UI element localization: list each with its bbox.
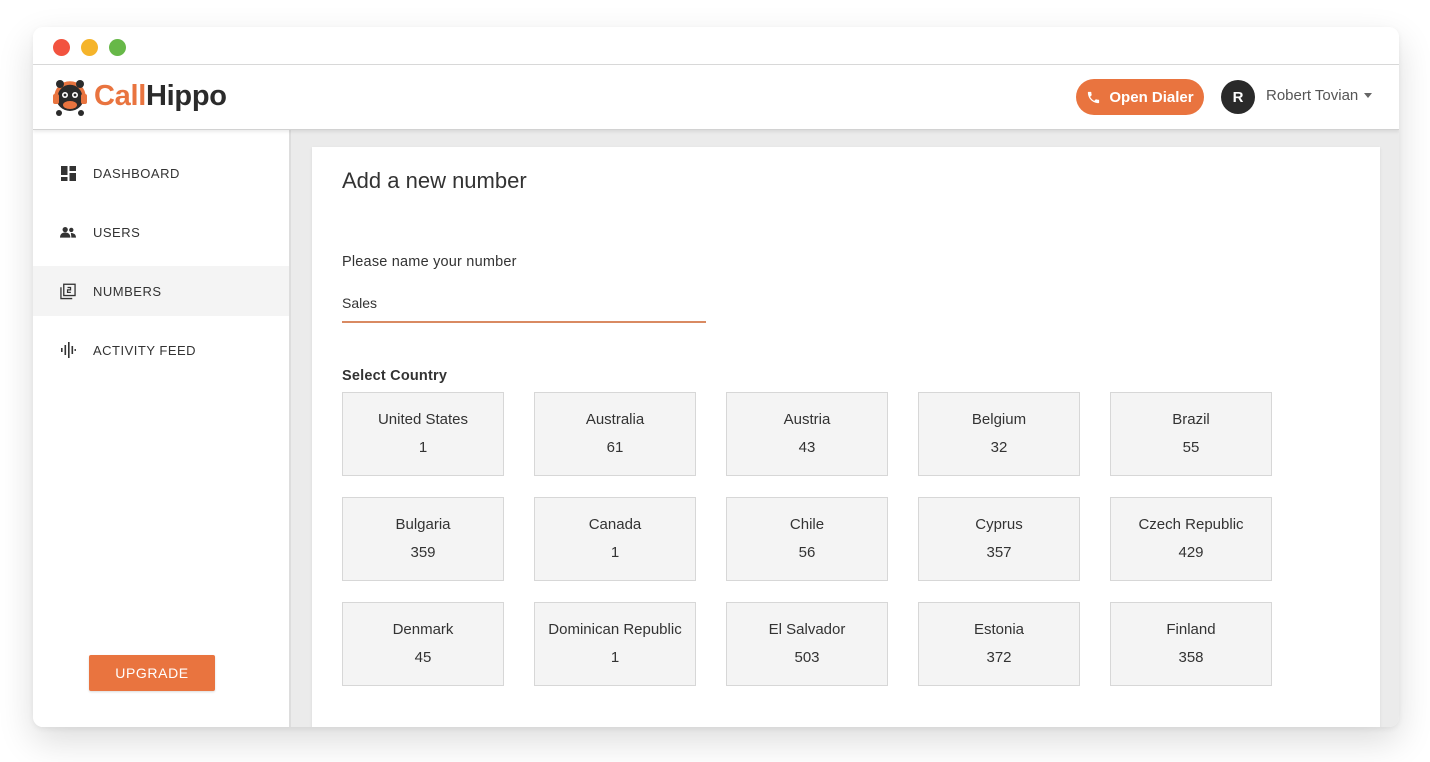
- upgrade-button[interactable]: UPGRADE: [89, 655, 215, 691]
- country-code: 503: [794, 649, 820, 666]
- country-code: 43: [798, 439, 816, 456]
- hippo-logo-icon: [53, 80, 87, 116]
- country-code: 357: [986, 544, 1012, 561]
- country-code: 1: [610, 649, 620, 666]
- country-name: Czech Republic: [1138, 516, 1244, 533]
- country-name: United States: [377, 411, 469, 428]
- country-grid: United States 1 Australia 61 Austria 43 …: [342, 392, 1272, 686]
- country-card-dominican-republic[interactable]: Dominican Republic 1: [534, 602, 696, 686]
- country-card-denmark[interactable]: Denmark 45: [342, 602, 504, 686]
- country-name: Bulgaria: [395, 516, 451, 533]
- country-code: 61: [606, 439, 624, 456]
- user-menu[interactable]: Robert Tovian: [1266, 87, 1373, 104]
- dashboard-icon: [60, 165, 76, 181]
- open-dialer-button[interactable]: Open Dialer: [1076, 79, 1204, 115]
- country-code: 45: [414, 649, 432, 666]
- country-card-belgium[interactable]: Belgium 32: [918, 392, 1080, 476]
- country-name: Dominican Republic: [548, 621, 682, 638]
- page-title: Add a new number: [342, 168, 527, 193]
- country-card-estonia[interactable]: Estonia 372: [918, 602, 1080, 686]
- sidebar-item-numbers[interactable]: NUMBERS: [33, 266, 289, 316]
- country-card-chile[interactable]: Chile 56: [726, 497, 888, 581]
- country-card-austria[interactable]: Austria 43: [726, 392, 888, 476]
- app-window: CallHippo Open Dialer R Robert Tovian DA…: [33, 27, 1399, 727]
- country-card-brazil[interactable]: Brazil 55: [1110, 392, 1272, 476]
- window-titlebar: [33, 27, 1399, 65]
- chevron-down-icon: [1364, 93, 1373, 98]
- open-dialer-label: Open Dialer: [1109, 88, 1194, 106]
- app-header: CallHippo Open Dialer R Robert Tovian: [33, 65, 1399, 130]
- country-card-bulgaria[interactable]: Bulgaria 359: [342, 497, 504, 581]
- sidebar-item-label: ACTIVITY FEED: [93, 342, 197, 358]
- country-code: 358: [1178, 649, 1204, 666]
- avatar[interactable]: R: [1221, 80, 1255, 114]
- maximize-window-button[interactable]: [109, 39, 126, 56]
- country-code: 1: [418, 439, 428, 456]
- brand-name-call: Call: [94, 79, 146, 112]
- sidebar-item-users[interactable]: USERS: [33, 207, 289, 257]
- brand-name-hippo: Hippo: [146, 79, 227, 112]
- country-name: Belgium: [971, 411, 1027, 428]
- sidebar-item-dashboard[interactable]: DASHBOARD: [33, 148, 289, 198]
- select-country-label: Select Country: [342, 368, 448, 384]
- country-code: 429: [1178, 544, 1204, 561]
- country-name: El Salvador: [768, 621, 846, 638]
- numbers-icon: [60, 283, 76, 299]
- country-name: Finland: [1166, 621, 1216, 638]
- country-name: Cyprus: [975, 516, 1023, 533]
- country-code: 1: [610, 544, 620, 561]
- sidebar-item-label: NUMBERS: [93, 283, 162, 299]
- activity-icon: [60, 342, 76, 358]
- main-content: Add a new number Please name your number…: [291, 130, 1399, 727]
- country-name: Australia: [585, 411, 645, 428]
- callhippo-logo[interactable]: CallHippo: [50, 73, 227, 119]
- sidebar: DASHBOARD USERS NUMBERS ACTIVITY FEED UP…: [33, 130, 291, 727]
- country-name: Brazil: [1172, 411, 1210, 428]
- country-code: 32: [990, 439, 1008, 456]
- country-name: Denmark: [392, 621, 454, 638]
- country-card-united-states[interactable]: United States 1: [342, 392, 504, 476]
- country-card-finland[interactable]: Finland 358: [1110, 602, 1272, 686]
- country-code: 372: [986, 649, 1012, 666]
- country-name: Estonia: [973, 621, 1025, 638]
- users-icon: [60, 224, 76, 240]
- country-card-el-salvador[interactable]: El Salvador 503: [726, 602, 888, 686]
- country-card-australia[interactable]: Australia 61: [534, 392, 696, 476]
- country-card-canada[interactable]: Canada 1: [534, 497, 696, 581]
- country-name: Canada: [588, 516, 642, 533]
- close-window-button[interactable]: [53, 39, 70, 56]
- brand-name: CallHippo: [94, 80, 227, 113]
- minimize-window-button[interactable]: [81, 39, 98, 56]
- country-code: 55: [1182, 439, 1200, 456]
- country-card-czech-republic[interactable]: Czech Republic 429: [1110, 497, 1272, 581]
- country-code: 56: [798, 544, 816, 561]
- country-name: Chile: [789, 516, 825, 533]
- user-name: Robert Tovian: [1266, 87, 1359, 104]
- number-name-input[interactable]: [342, 285, 706, 323]
- add-number-card: Add a new number Please name your number…: [312, 147, 1380, 727]
- sidebar-item-label: USERS: [93, 224, 141, 240]
- sidebar-item-activity-feed[interactable]: ACTIVITY FEED: [33, 325, 289, 375]
- country-card-cyprus[interactable]: Cyprus 357: [918, 497, 1080, 581]
- country-name: Austria: [783, 411, 831, 428]
- country-code: 359: [410, 544, 436, 561]
- phone-icon: [1088, 91, 1100, 103]
- sidebar-item-label: DASHBOARD: [93, 165, 180, 181]
- number-name-label: Please name your number: [342, 254, 517, 270]
